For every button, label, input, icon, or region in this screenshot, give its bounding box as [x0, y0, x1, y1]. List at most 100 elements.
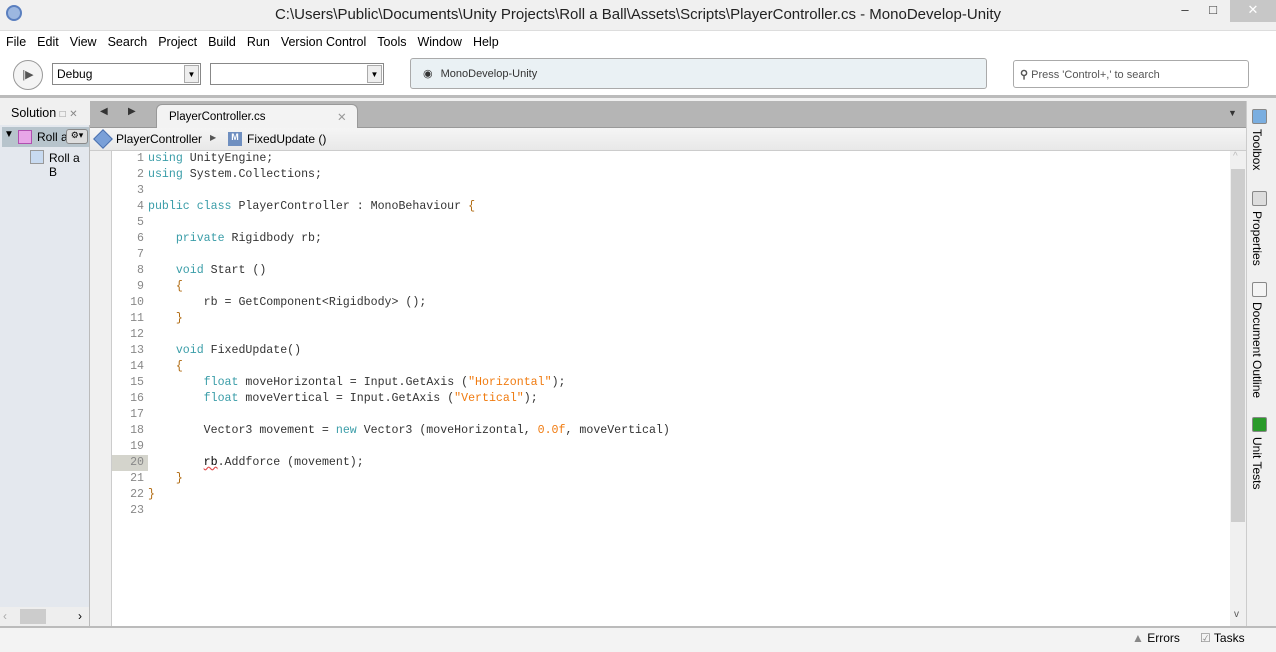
pad-label: Properties	[1250, 211, 1264, 266]
code-editor[interactable]: 1 using UnityEngine; 2 using System.Collect…	[112, 151, 1230, 626]
code-line: 3	[112, 183, 1230, 199]
tree-item-solution[interactable]: ▼ Roll a ⚙▾	[2, 127, 89, 147]
code-line: 17	[112, 407, 1230, 423]
code-token: }	[175, 472, 183, 485]
menu-run[interactable]: Run	[241, 31, 275, 49]
window-title: C:\Users\Public\Documents\Unity Projects…	[274, 6, 1002, 23]
code-line: 20 rb.Addforce (movement);	[112, 455, 1230, 471]
menu-tools[interactable]: Tools	[371, 31, 411, 49]
code-line: 21 }	[112, 471, 1230, 487]
menu-view[interactable]: View	[64, 31, 102, 49]
menu-help[interactable]: Help	[467, 31, 504, 49]
close-pad-icon[interactable]: ✕	[69, 109, 77, 120]
scroll-left-icon[interactable]: ‹	[3, 609, 7, 623]
code-token: new	[335, 424, 357, 437]
tab-forward-icon[interactable]: ▶	[128, 106, 136, 117]
code-token: , moveVertical)	[565, 424, 670, 437]
status-display: ◉ MonoDevelop-Unity	[410, 58, 987, 89]
scrollbar-thumb[interactable]	[20, 609, 46, 624]
scrollbar-thumb[interactable]	[1231, 169, 1245, 522]
code-token: "Vertical"	[454, 392, 524, 405]
menu-window[interactable]: Window	[411, 31, 466, 49]
code-line: 5	[112, 215, 1230, 231]
tab-playercontroller[interactable]: PlayerController.cs ✕	[156, 104, 358, 129]
scroll-down-icon[interactable]: v	[1234, 609, 1239, 620]
close-tab-icon[interactable]: ✕	[337, 110, 347, 124]
configuration-select[interactable]: Debug ▼	[52, 63, 201, 85]
line-number: 11	[130, 312, 144, 325]
scroll-up-icon[interactable]: ^	[1233, 151, 1238, 162]
line-number: 2	[137, 168, 144, 181]
menu-version-control[interactable]: Version Control	[275, 31, 371, 49]
properties-icon	[1252, 191, 1267, 206]
pad-unit-tests[interactable]: Unit Tests	[1250, 417, 1267, 490]
minimize-button[interactable]: –	[1170, 0, 1200, 22]
code-line: 10 rb = GetComponent<Rigidbody> ();	[112, 295, 1230, 311]
menu-edit[interactable]: Edit	[31, 31, 64, 49]
solution-pad-header: Solution □ ✕	[0, 101, 90, 125]
pad-toolbox[interactable]: Toolbox	[1250, 109, 1267, 171]
run-button[interactable]: |▶	[13, 60, 43, 90]
code-token: {	[175, 360, 183, 373]
line-number: 18	[130, 424, 144, 437]
breadcrumb-class[interactable]: PlayerController	[116, 132, 202, 146]
method-icon: M	[228, 132, 242, 146]
solution-icon	[18, 130, 32, 144]
target-select[interactable]: ▼	[210, 63, 384, 85]
horizontal-scrollbar[interactable]: ‹ ›	[0, 607, 89, 626]
dock-icon[interactable]: □	[60, 109, 66, 120]
code-token: using	[148, 168, 183, 181]
code-line: 2 using System.Collections;	[112, 167, 1230, 183]
line-number: 14	[130, 360, 144, 373]
line-number: 23	[130, 504, 144, 517]
document-area: ◀ ▶ PlayerController.cs ✕ ▼ PlayerControl…	[90, 101, 1246, 626]
tab-bar: ◀ ▶ PlayerController.cs ✕ ▼	[90, 101, 1246, 129]
tab-list-dropdown-icon[interactable]: ▼	[1228, 108, 1237, 118]
status-text: MonoDevelop-Unity	[440, 68, 538, 80]
code-token: "Horizontal"	[468, 376, 552, 389]
check-icon: ☑	[1200, 631, 1211, 645]
tab-back-icon[interactable]: ◀	[100, 106, 108, 117]
tasks-button[interactable]: ☑ Tasks	[1200, 631, 1245, 645]
code-token: void	[175, 264, 204, 277]
search-input[interactable]: ⚲ Press 'Control+,' to search	[1013, 60, 1249, 88]
play-icon: |▶	[22, 69, 34, 81]
search-icon: ⚲	[1020, 69, 1029, 81]
pad-properties[interactable]: Properties	[1250, 191, 1267, 266]
editor-margin	[90, 151, 112, 626]
breadcrumb-method[interactable]: FixedUpdate ()	[247, 132, 326, 146]
code-line: 14 {	[112, 359, 1230, 375]
vertical-scrollbar[interactable]: ^ v	[1230, 151, 1246, 626]
line-number: 13	[130, 344, 144, 357]
pad-label: Toolbox	[1250, 129, 1264, 171]
tree-item-label: Roll a	[37, 130, 68, 144]
gear-icon[interactable]: ⚙▾	[66, 129, 88, 144]
code-line: 11 }	[112, 311, 1230, 327]
code-token: Vector3 (moveHorizontal,	[356, 424, 538, 437]
code-token: void	[175, 344, 204, 357]
expand-arrow-icon[interactable]: ▼	[4, 129, 14, 140]
pad-label: Unit Tests	[1250, 437, 1264, 490]
maximize-button[interactable]: □	[1198, 0, 1228, 22]
menu-project[interactable]: Project	[152, 31, 202, 49]
code-token: 0.0f	[537, 424, 566, 437]
close-button[interactable]: ✕	[1230, 0, 1276, 22]
menu-file[interactable]: File	[0, 31, 31, 49]
code-token: );	[523, 392, 538, 405]
menu-search[interactable]: Search	[102, 31, 153, 49]
menu-build[interactable]: Build	[202, 31, 241, 49]
errors-button[interactable]: ▲ Errors	[1132, 631, 1180, 645]
line-number: 20	[112, 455, 148, 471]
tree-item-project[interactable]: Roll a B	[28, 149, 90, 179]
scroll-right-icon[interactable]: ›	[78, 609, 82, 623]
code-token: .Addforce (movement);	[217, 456, 364, 469]
unit-tests-icon	[1252, 417, 1267, 432]
class-icon	[93, 129, 113, 149]
breadcrumb-separator-icon: ▶	[210, 133, 217, 142]
pad-document-outline[interactable]: Document Outline	[1250, 282, 1267, 398]
